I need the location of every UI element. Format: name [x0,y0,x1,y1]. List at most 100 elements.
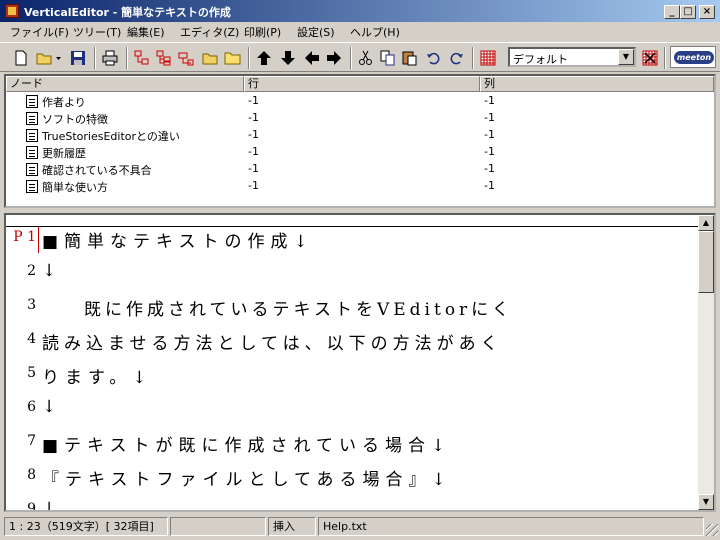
menu-edit[interactable]: 編集(E) [127,24,165,40]
list-item[interactable]: 確認されている不具合 -1 -1 [6,161,714,178]
column-header-col[interactable]: 列 [480,76,714,92]
node-name: 確認されている不具合 [42,164,152,177]
paste-icon[interactable] [400,48,420,68]
list-item[interactable]: ソフトの特徴 -1 -1 [6,110,714,127]
status-filename: Help.txt [318,517,704,536]
text-line[interactable]: 読み込ませる方法としては、以下の方法があく [42,329,503,354]
menu-file[interactable]: ファイル(F) [10,24,69,40]
line-number: P 1 [13,229,36,245]
open-dropdown-icon[interactable] [54,48,64,68]
menu-help[interactable]: ヘルプ(H) [350,24,400,40]
document-icon [26,112,38,125]
save-icon[interactable] [68,48,88,68]
text-editor[interactable]: P 1 ■簡単なテキストの作成↓ 2 ↓ 3 既に作成されているテキストをVEd… [4,213,716,512]
node-col: -1 [484,162,495,175]
folder-open-icon[interactable] [200,48,220,68]
minimize-button[interactable]: _ [664,5,680,19]
maximize-button[interactable]: □ [680,5,696,19]
scroll-thumb[interactable] [698,231,714,293]
grid-icon[interactable] [478,48,498,68]
status-bar: 1 : 23（519文字）[ 32項目] 挿入 Help.txt [0,514,720,540]
node-col: -1 [484,94,495,107]
node-name: 更新履歴 [42,147,86,160]
open-folder-icon[interactable] [34,48,54,68]
folder-icon[interactable] [222,48,242,68]
text-line[interactable]: ↓ [42,397,62,417]
font-select-value: デフォルト [513,53,568,66]
tree-add-icon[interactable] [132,48,152,68]
node-name: ソフトの特徴 [42,113,108,126]
menu-bar: ファイル(F) ツリー(T) 編集(E) エディタ(Z) 印刷(P) 設定(S)… [0,22,720,41]
arrow-left-icon[interactable] [302,48,322,68]
chevron-down-icon[interactable]: ▼ [618,49,634,65]
document-icon [26,129,38,142]
node-line: -1 [248,94,259,107]
line-number: 4 [27,331,36,347]
node-col: -1 [484,111,495,124]
text-line[interactable]: ■簡単なテキストの作成↓ [42,227,314,252]
node-name: TrueStoriesEditorとの違い [42,130,180,143]
column-header-line[interactable]: 行 [244,76,480,92]
undo-icon[interactable] [424,48,444,68]
text-line[interactable]: ります。↓ [42,363,153,388]
line-number: 6 [27,399,36,415]
editor-ruler [6,215,700,227]
status-mode: 挿入 [268,517,316,536]
tree-child-icon[interactable] [154,48,174,68]
arrow-right-icon[interactable] [324,48,344,68]
settings-grid-icon[interactable] [640,48,660,68]
node-col: -1 [484,179,495,192]
status-empty [170,517,266,536]
text-line[interactable]: ↓ [42,499,62,510]
close-button[interactable]: × [699,5,715,19]
document-icon [26,146,38,159]
menu-editor[interactable]: エディタ(Z) [180,24,239,40]
menu-print[interactable]: 印刷(P) [244,24,281,40]
brand-logo: meeton [670,46,716,68]
node-name: 作者より [42,96,86,109]
node-line: -1 [248,179,259,192]
node-line: -1 [248,128,259,141]
text-line[interactable]: ↓ [42,261,62,281]
app-window: VerticalEditor - 簡単なテキストの作成 _ □ × ファイル(F… [0,0,720,540]
node-col: -1 [484,145,495,158]
text-line[interactable]: ■テキストが既に作成されている場合↓ [42,431,451,456]
list-item[interactable]: 作者より -1 -1 [6,93,714,110]
list-item[interactable]: 簡単な使い方 -1 -1 [6,178,714,195]
tree-move-icon[interactable] [176,48,196,68]
column-header-node[interactable]: ノード [6,76,244,92]
font-select[interactable]: デフォルト ▼ [508,47,636,67]
arrow-up-icon[interactable] [254,48,274,68]
line-number: 5 [27,365,36,381]
new-file-icon[interactable] [12,48,32,68]
document-icon [26,163,38,176]
line-number: 2 [27,263,36,279]
line-number: 3 [27,297,36,313]
redo-icon[interactable] [446,48,466,68]
print-icon[interactable] [100,48,120,68]
list-item[interactable]: TrueStoriesEditorとの違い -1 -1 [6,127,714,144]
resize-grip-icon[interactable] [706,524,718,536]
line-number: 9 [27,501,36,512]
menu-settings[interactable]: 設定(S) [297,24,335,40]
line-number: 7 [27,433,36,449]
title-bar[interactable]: VerticalEditor - 簡単なテキストの作成 _ □ × [0,0,720,22]
line-number: 8 [27,467,36,483]
list-item[interactable]: 更新履歴 -1 -1 [6,144,714,161]
arrow-down-icon[interactable] [278,48,298,68]
document-icon [26,95,38,108]
current-line-marker [38,227,39,253]
app-icon[interactable] [5,4,19,18]
text-line[interactable]: 『テキストファイルとしてある場合』↓ [42,465,452,490]
status-position: 1 : 23（519文字）[ 32項目] [4,517,168,536]
scroll-up-icon[interactable]: ▲ [698,215,714,231]
scroll-down-icon[interactable]: ▼ [698,494,714,510]
copy-icon[interactable] [378,48,398,68]
text-line[interactable]: 既に作成されているテキストをVEditorにく [42,295,513,320]
node-col: -1 [484,128,495,141]
menu-tree[interactable]: ツリー(T) [73,24,121,40]
cut-icon[interactable] [356,48,376,68]
node-name: 簡単な使い方 [42,181,108,194]
vertical-scrollbar[interactable]: ▲ ▼ [698,215,714,510]
brand-logo-text: meeton [674,51,714,64]
